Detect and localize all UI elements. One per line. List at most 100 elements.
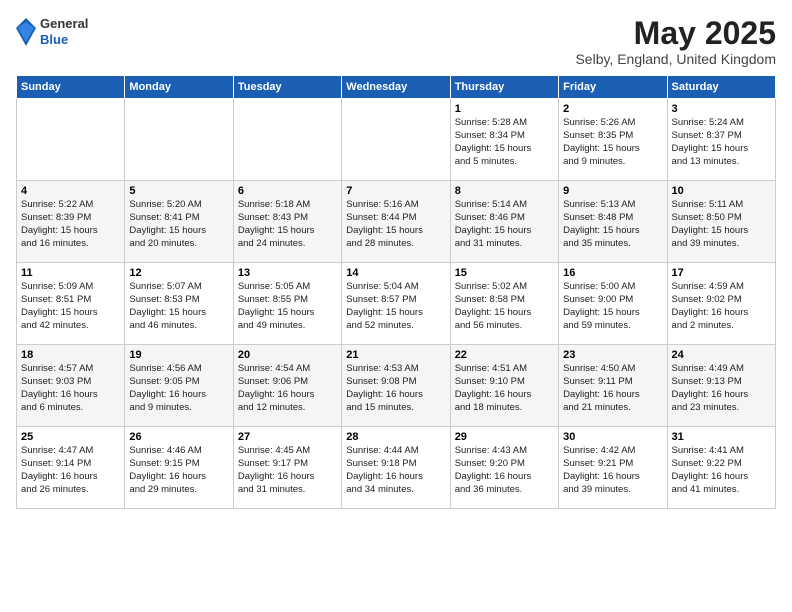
day-info: Sunrise: 5:07 AMSunset: 8:53 PMDaylight:… <box>129 281 228 332</box>
day-cell: 27 Sunrise: 4:45 AMSunset: 9:17 PMDayligh… <box>233 427 341 509</box>
day-number: 10 <box>672 185 771 197</box>
day-cell <box>233 99 341 181</box>
day-number: 27 <box>238 431 337 443</box>
location: Selby, England, United Kingdom <box>575 51 776 67</box>
day-info: Sunrise: 4:59 AMSunset: 9:02 PMDaylight:… <box>672 281 771 332</box>
day-info: Sunrise: 4:57 AMSunset: 9:03 PMDaylight:… <box>21 363 120 414</box>
weekday-header-saturday: Saturday <box>667 76 775 99</box>
day-cell: 26Sunrise: 4:46 AMSunset: 9:15 PMDayligh… <box>125 427 233 509</box>
day-number: 25 <box>21 431 120 443</box>
day-number: 1 <box>455 103 554 115</box>
day-info: Sunrise: 4:45 AMSunset: 9:17 PMDaylight:… <box>238 445 337 496</box>
day-cell: 13Sunrise: 5:05 AMSunset: 8:55 PMDayligh… <box>233 263 341 345</box>
day-cell: 29 Sunrise: 4:43 AMSunset: 9:20 PMDayligh… <box>450 427 558 509</box>
day-cell: 4 Sunrise: 5:22 AMSunset: 8:39 PMDaylight… <box>17 181 125 263</box>
day-cell <box>342 99 450 181</box>
day-number: 26 <box>129 431 228 443</box>
day-cell: 14Sunrise: 5:04 AMSunset: 8:57 PMDayligh… <box>342 263 450 345</box>
day-cell: 7Sunrise: 5:16 AMSunset: 8:44 PMDaylight… <box>342 181 450 263</box>
day-info: Sunrise: 5:09 AMSunset: 8:51 PMDaylight:… <box>21 281 120 332</box>
day-number: 24 <box>672 349 771 361</box>
weekday-header-thursday: Thursday <box>450 76 558 99</box>
day-cell: 17 Sunrise: 4:59 AMSunset: 9:02 PMDayligh… <box>667 263 775 345</box>
day-number: 5 <box>129 185 228 197</box>
day-cell: 30 Sunrise: 4:42 AMSunset: 9:21 PMDayligh… <box>559 427 667 509</box>
logo-text: General Blue <box>40 16 88 47</box>
day-cell <box>17 99 125 181</box>
day-info: Sunrise: 5:16 AMSunset: 8:44 PMDaylight:… <box>346 199 445 250</box>
day-cell: 20Sunrise: 4:54 AMSunset: 9:06 PMDayligh… <box>233 345 341 427</box>
day-cell: 2 Sunrise: 5:26 AMSunset: 8:35 PMDaylight… <box>559 99 667 181</box>
day-info: Sunrise: 5:14 AMSunset: 8:46 PMDaylight:… <box>455 199 554 250</box>
week-row-2: 4 Sunrise: 5:22 AMSunset: 8:39 PMDaylight… <box>17 181 776 263</box>
day-info: Sunrise: 4:49 AMSunset: 9:13 PMDaylight:… <box>672 363 771 414</box>
day-number: 16 <box>563 267 662 279</box>
day-cell: 1 Sunrise: 5:28 AMSunset: 8:34 PMDaylight… <box>450 99 558 181</box>
day-number: 8 <box>455 185 554 197</box>
logo: General Blue <box>16 16 88 47</box>
month-title: May 2025 <box>575 16 776 51</box>
day-info: Sunrise: 5:18 AMSunset: 8:43 PMDaylight:… <box>238 199 337 250</box>
weekday-header-row: SundayMondayTuesdayWednesdayThursdayFrid… <box>17 76 776 99</box>
day-cell: 19 Sunrise: 4:56 AMSunset: 9:05 PMDayligh… <box>125 345 233 427</box>
day-cell: 28Sunrise: 4:44 AMSunset: 9:18 PMDayligh… <box>342 427 450 509</box>
weekday-header-friday: Friday <box>559 76 667 99</box>
day-info: Sunrise: 5:02 AMSunset: 8:58 PMDaylight:… <box>455 281 554 332</box>
day-number: 21 <box>346 349 445 361</box>
day-cell: 8 Sunrise: 5:14 AMSunset: 8:46 PMDaylight… <box>450 181 558 263</box>
day-cell: 18 Sunrise: 4:57 AMSunset: 9:03 PMDayligh… <box>17 345 125 427</box>
day-cell: 9 Sunrise: 5:13 AMSunset: 8:48 PMDaylight… <box>559 181 667 263</box>
day-number: 9 <box>563 185 662 197</box>
day-info: Sunrise: 4:47 AMSunset: 9:14 PMDaylight:… <box>21 445 120 496</box>
day-cell: 24 Sunrise: 4:49 AMSunset: 9:13 PMDayligh… <box>667 345 775 427</box>
day-number: 4 <box>21 185 120 197</box>
day-info: Sunrise: 4:50 AMSunset: 9:11 PMDaylight:… <box>563 363 662 414</box>
weekday-header-monday: Monday <box>125 76 233 99</box>
day-number: 6 <box>238 185 337 197</box>
day-number: 29 <box>455 431 554 443</box>
logo-blue: Blue <box>40 32 88 48</box>
day-number: 18 <box>21 349 120 361</box>
day-number: 31 <box>672 431 771 443</box>
day-number: 30 <box>563 431 662 443</box>
title-block: May 2025 Selby, England, United Kingdom <box>575 16 776 67</box>
day-cell: 3Sunrise: 5:24 AMSunset: 8:37 PMDaylight… <box>667 99 775 181</box>
day-cell: 25 Sunrise: 4:47 AMSunset: 9:14 PMDayligh… <box>17 427 125 509</box>
day-info: Sunrise: 5:13 AMSunset: 8:48 PMDaylight:… <box>563 199 662 250</box>
day-number: 23 <box>563 349 662 361</box>
day-cell: 22 Sunrise: 4:51 AMSunset: 9:10 PMDayligh… <box>450 345 558 427</box>
day-number: 3 <box>672 103 771 115</box>
week-row-4: 18 Sunrise: 4:57 AMSunset: 9:03 PMDayligh… <box>17 345 776 427</box>
weekday-header-wednesday: Wednesday <box>342 76 450 99</box>
day-info: Sunrise: 4:42 AMSunset: 9:21 PMDaylight:… <box>563 445 662 496</box>
day-info: Sunrise: 4:56 AMSunset: 9:05 PMDaylight:… <box>129 363 228 414</box>
day-cell: 16Sunrise: 5:00 AMSunset: 9:00 PMDayligh… <box>559 263 667 345</box>
day-cell <box>125 99 233 181</box>
day-info: Sunrise: 5:22 AMSunset: 8:39 PMDaylight:… <box>21 199 120 250</box>
day-number: 19 <box>129 349 228 361</box>
day-cell: 10Sunrise: 5:11 AMSunset: 8:50 PMDayligh… <box>667 181 775 263</box>
day-info: Sunrise: 4:43 AMSunset: 9:20 PMDaylight:… <box>455 445 554 496</box>
day-cell: 23 Sunrise: 4:50 AMSunset: 9:11 PMDayligh… <box>559 345 667 427</box>
day-number: 14 <box>346 267 445 279</box>
day-number: 22 <box>455 349 554 361</box>
day-cell: 21Sunrise: 4:53 AMSunset: 9:08 PMDayligh… <box>342 345 450 427</box>
week-row-1: 1 Sunrise: 5:28 AMSunset: 8:34 PMDaylight… <box>17 99 776 181</box>
day-info: Sunrise: 5:28 AMSunset: 8:34 PMDaylight:… <box>455 117 554 168</box>
day-info: Sunrise: 5:26 AMSunset: 8:35 PMDaylight:… <box>563 117 662 168</box>
weekday-header-tuesday: Tuesday <box>233 76 341 99</box>
day-cell: 11 Sunrise: 5:09 AMSunset: 8:51 PMDayligh… <box>17 263 125 345</box>
weekday-header-sunday: Sunday <box>17 76 125 99</box>
day-number: 2 <box>563 103 662 115</box>
day-number: 11 <box>21 267 120 279</box>
day-number: 17 <box>672 267 771 279</box>
day-number: 12 <box>129 267 228 279</box>
day-number: 28 <box>346 431 445 443</box>
day-number: 20 <box>238 349 337 361</box>
page: General Blue May 2025 Selby, England, Un… <box>0 0 792 517</box>
header: General Blue May 2025 Selby, England, Un… <box>16 16 776 67</box>
day-cell: 12 Sunrise: 5:07 AMSunset: 8:53 PMDayligh… <box>125 263 233 345</box>
day-info: Sunrise: 4:51 AMSunset: 9:10 PMDaylight:… <box>455 363 554 414</box>
day-cell: 5Sunrise: 5:20 AMSunset: 8:41 PMDaylight… <box>125 181 233 263</box>
week-row-5: 25 Sunrise: 4:47 AMSunset: 9:14 PMDayligh… <box>17 427 776 509</box>
